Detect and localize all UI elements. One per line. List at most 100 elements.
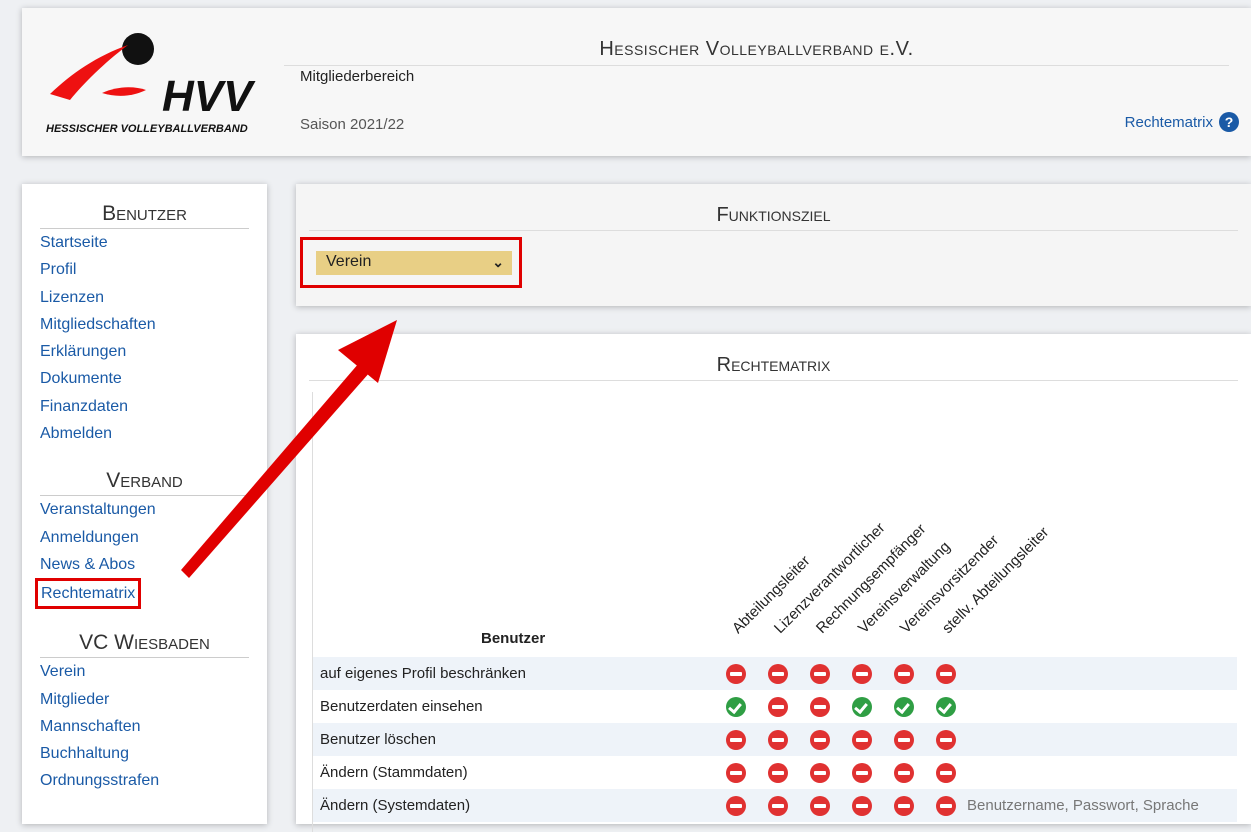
sidebar-item-lizenzen[interactable]: Lizenzen: [40, 284, 267, 311]
no-entry-icon: [726, 795, 746, 816]
funktionsziel-title: Funktionsziel: [309, 204, 1238, 231]
permission-cell: [757, 789, 799, 822]
sidebar-item-veranstaltungen[interactable]: Veranstaltungen: [40, 496, 267, 523]
funktionsziel-panel: Funktionsziel Verein ⌄: [296, 184, 1251, 306]
permission-label: Benutzerdaten einsehen: [320, 698, 483, 715]
permission-cell: [925, 690, 967, 723]
no-entry-icon: [894, 663, 914, 684]
permission-cell: [841, 657, 883, 690]
sidebar-item-erklaerungen[interactable]: Erklärungen: [40, 338, 267, 365]
permission-cell: [715, 690, 757, 723]
permission-cell: [757, 690, 799, 723]
sidebar-section-benutzer: Benutzer Startseite Profil Lizenzen Mitg…: [22, 202, 267, 447]
logo-wordmark: HVV: [162, 72, 256, 121]
no-entry-icon: [810, 663, 830, 684]
permission-cell: [799, 657, 841, 690]
permission-cell: [841, 756, 883, 789]
sidebar-item-mannschaften[interactable]: Mannschaften: [40, 713, 267, 740]
permission-cell: [799, 756, 841, 789]
logo-tagline: HESSISCHER VOLLEYBALLVERBAND: [46, 123, 248, 135]
no-entry-icon: [768, 663, 788, 684]
permission-label: auf eigenes Profil beschränken: [313, 657, 715, 690]
chevron-down-icon: ⌄: [492, 254, 504, 270]
check-icon: [726, 696, 746, 717]
no-entry-icon: [726, 729, 746, 750]
help-link-label[interactable]: Rechtematrix: [1125, 114, 1213, 131]
sidebar-section-vc-wiesbaden: VC Wiesbaden Verein Mitglieder Mannschaf…: [22, 631, 267, 794]
funktionsziel-select[interactable]: Verein ⌄: [316, 251, 512, 275]
permission-cell: [841, 690, 883, 723]
no-entry-icon: [726, 663, 746, 684]
sidebar-item-rechtematrix-label[interactable]: Rechtematrix: [35, 578, 142, 610]
no-entry-icon: [894, 795, 914, 816]
permission-table: auf eigenes Profil beschränken Benutzerda…: [313, 657, 1237, 822]
no-entry-icon: [936, 663, 956, 684]
sidebar-item-rechtematrix[interactable]: Rechtematrix: [35, 578, 267, 610]
check-icon: [852, 696, 872, 717]
area-subtitle: Mitgliederbereich: [300, 68, 415, 85]
help-link[interactable]: Rechtematrix ?: [1125, 112, 1239, 132]
no-entry-icon: [936, 762, 956, 783]
sidebar-item-mitgliedschaften[interactable]: Mitgliedschaften: [40, 311, 267, 338]
no-entry-icon: [810, 762, 830, 783]
sidebar-item-startseite[interactable]: Startseite: [40, 229, 267, 256]
sidebar-section-verband: Verband Veranstaltungen Anmeldungen News…: [22, 469, 267, 610]
sidebar-item-verein[interactable]: Verein: [40, 658, 267, 685]
sidebar-section-title: Verband: [40, 469, 249, 497]
no-entry-icon: [768, 729, 788, 750]
table-row: Ändern (Systemdaten) Benutzername, Passwo…: [313, 789, 1237, 822]
sidebar-item-mitglieder[interactable]: Mitglieder: [40, 686, 267, 713]
permission-cell: [883, 690, 925, 723]
table-row: Benutzerdaten einsehen: [313, 690, 1237, 723]
permission-cell: [841, 723, 883, 756]
sidebar-item-dokumente[interactable]: Dokumente: [40, 365, 267, 392]
permission-cell: [715, 789, 757, 822]
table-row: auf eigenes Profil beschränken: [313, 657, 1237, 690]
sidebar-nav: Benutzer Startseite Profil Lizenzen Mitg…: [22, 184, 267, 824]
permission-cell: [799, 723, 841, 756]
sidebar-section-title: Benutzer: [40, 202, 249, 229]
no-entry-icon: [726, 762, 746, 783]
no-entry-icon: [768, 795, 788, 816]
permission-cell: [799, 789, 841, 822]
no-entry-icon: [810, 729, 830, 750]
org-title: Hessischer Volleyballverband e.V.: [284, 38, 1229, 66]
permission-cell: [925, 657, 967, 690]
table-row: Benutzer löschen: [313, 723, 1237, 756]
matrix-header: Benutzer Abteilungsleiter Lizenzverantwo…: [313, 392, 1237, 656]
check-icon: [894, 696, 914, 717]
permission-cell: [715, 756, 757, 789]
sidebar-item-buchhaltung[interactable]: Buchhaltung: [40, 740, 267, 767]
sidebar-item-abmelden[interactable]: Abmelden: [40, 420, 267, 447]
no-entry-icon: [936, 729, 956, 750]
no-entry-icon: [810, 795, 830, 816]
sidebar-item-finanzdaten[interactable]: Finanzdaten: [40, 393, 267, 420]
permission-cell: [757, 657, 799, 690]
sidebar-item-ordnungsstrafen[interactable]: Ordnungsstrafen: [40, 767, 267, 794]
permission-note: [967, 723, 1237, 756]
permission-note: Benutzername, Passwort, Sprache: [967, 789, 1237, 822]
sidebar-item-anmeldungen[interactable]: Anmeldungen: [40, 524, 267, 551]
sidebar-item-profil[interactable]: Profil: [40, 256, 267, 283]
sidebar-section-title: VC Wiesbaden: [40, 631, 249, 659]
permission-cell: [925, 723, 967, 756]
help-icon[interactable]: ?: [1219, 112, 1239, 132]
no-entry-icon: [936, 795, 956, 816]
season-label: Saison 2021/22: [300, 116, 405, 133]
sidebar-item-news-abos[interactable]: News & Abos: [40, 551, 267, 578]
table-row: Ändern (Stammdaten): [313, 756, 1237, 789]
no-entry-icon: [810, 696, 830, 717]
highlight-box: Verein ⌄: [300, 237, 522, 288]
permission-cell: [799, 690, 841, 723]
permission-cell: [925, 756, 967, 789]
permission-label: Benutzer löschen: [313, 723, 715, 756]
check-icon: [936, 696, 956, 717]
hvv-logo[interactable]: HVV HESSISCHER VOLLEYBALLVERBAND: [42, 28, 282, 138]
no-entry-icon: [768, 762, 788, 783]
matrix-frame: Benutzer Abteilungsleiter Lizenzverantwo…: [312, 392, 1237, 832]
permission-cell: [757, 723, 799, 756]
no-entry-icon: [852, 795, 872, 816]
permission-cell: [715, 723, 757, 756]
permission-cell: [925, 789, 967, 822]
site-header: HVV HESSISCHER VOLLEYBALLVERBAND Hessisc…: [22, 8, 1251, 156]
